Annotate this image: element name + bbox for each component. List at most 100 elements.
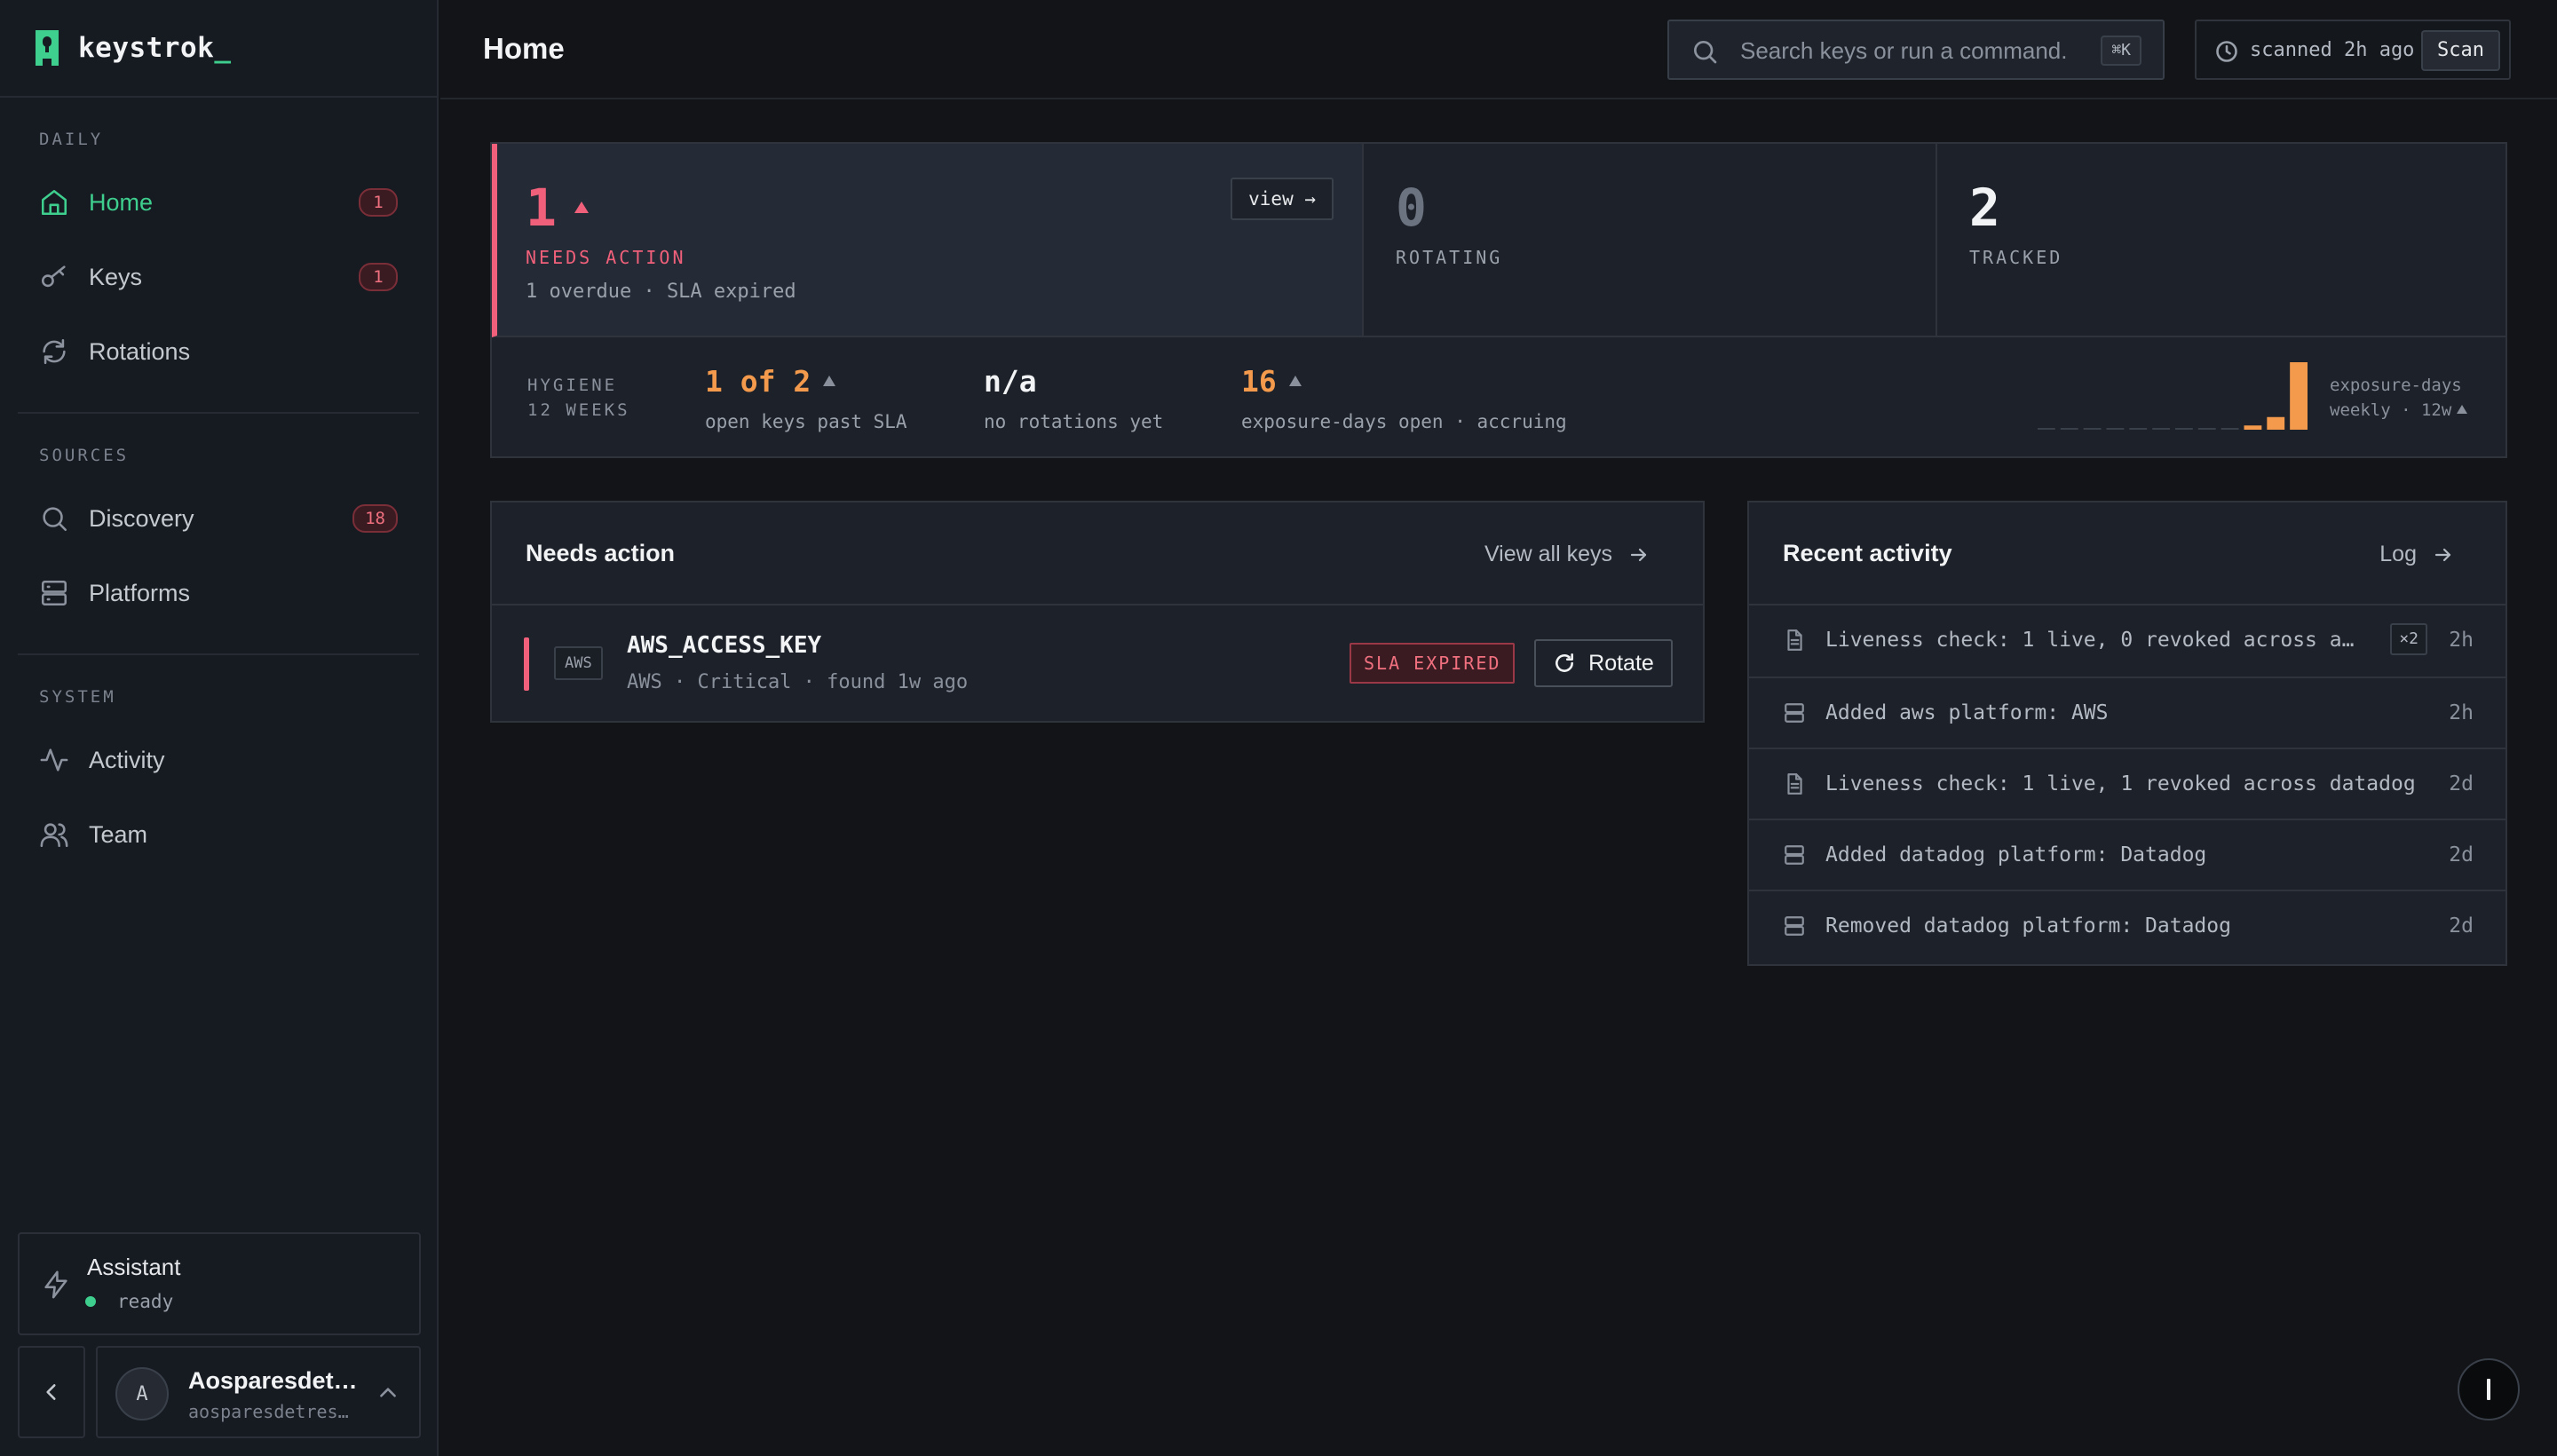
activity-icon — [39, 745, 69, 775]
severity-indicator — [524, 637, 529, 691]
list-item[interactable]: Liveness check: 1 live, 1 revoked across… — [1749, 748, 2506, 819]
sidebar-item-label: Platforms — [89, 579, 191, 606]
count-badge: 1 — [359, 188, 398, 217]
sidebar-item-label: Home — [89, 188, 154, 216]
recent-activity-panel: Recent activity Log Liveness check: 1 li… — [1747, 501, 2507, 966]
activity-time: 2d — [2449, 843, 2474, 866]
panel-header: Recent activity Log — [1749, 502, 2506, 605]
section-label: SYSTEM — [39, 687, 116, 707]
section-label: DAILY — [39, 130, 104, 149]
panel-title: Recent activity — [1783, 540, 1952, 566]
list-item[interactable]: Removed datadog platform: Datadog 2d — [1749, 890, 2506, 961]
metric-exposure-days: 16 exposure-days open · accruing — [1241, 364, 1567, 432]
key-name[interactable]: AWS_ACCESS_KEY — [627, 632, 821, 659]
list-item[interactable]: Added aws platform: AWS 2h — [1749, 677, 2506, 748]
keyboard-shortcut: ⌘K — [2101, 36, 2141, 66]
server-icon — [1783, 843, 1806, 866]
sidebar-item-label: Activity — [89, 746, 165, 773]
command-search[interactable]: ⌘K — [1667, 20, 2165, 80]
sidebar-item-keys[interactable]: Keys 1 — [18, 240, 419, 314]
sparkline-bar — [2290, 362, 2308, 430]
stat-label: TRACKED — [1969, 247, 2063, 268]
keystrok-logo-icon — [36, 30, 59, 66]
scan-button[interactable]: Scan — [2421, 30, 2500, 71]
sidebar-item-home[interactable]: Home 1 — [18, 165, 419, 240]
metric-subtext: exposure-days open · accruing — [1241, 411, 1567, 432]
topbar: Home ⌘K scanned 2h ago Scan — [440, 0, 2557, 99]
scan-status: scanned 2h ago Scan — [2195, 20, 2511, 80]
exposure-sparkline — [2038, 362, 2308, 430]
count-badge: ×2 — [2390, 623, 2427, 655]
home-icon — [39, 187, 69, 218]
rotate-button[interactable]: Rotate — [1534, 639, 1673, 687]
sidebar-item-activity[interactable]: Activity — [18, 723, 419, 797]
stat-value: 0 — [1396, 178, 1427, 238]
stat-tracked[interactable]: 2 TRACKED — [1937, 144, 2507, 337]
assistant-status-text: ready — [117, 1291, 174, 1312]
search-icon — [1690, 37, 1719, 66]
nav-section-daily: DAILY Home 1 Keys 1 Rotations — [0, 98, 437, 389]
sparkline-bar — [2267, 416, 2285, 430]
panel-title: Needs action — [526, 540, 676, 566]
sidebar-item-rotations[interactable]: Rotations — [18, 314, 419, 389]
clock-icon — [2214, 39, 2239, 64]
sidebar-item-label: Team — [89, 820, 148, 848]
trend-up-icon — [1288, 375, 1302, 386]
sparkline-bar-empty — [2152, 428, 2170, 430]
hygiene-strip: HYGIENE 12 WEEKS 1 of 2 open keys past S… — [492, 337, 2506, 456]
metric-value: n/a — [984, 364, 1037, 399]
stats-panel: 1 NEEDS ACTION 1 overdue · SLA expired v… — [490, 142, 2507, 458]
activity-text: Liveness check: 1 live, 1 revoked across… — [1825, 772, 2416, 795]
activity-time: 2d — [2449, 914, 2474, 938]
sparkline-bar-empty — [2106, 428, 2125, 430]
sparkline-label: exposure-days weekly · 12w — [2330, 373, 2468, 423]
brand[interactable]: keystrok_ — [0, 0, 437, 98]
activity-text: Liveness check: 1 live, 0 revoked across… — [1825, 629, 2355, 652]
scanned-time: scanned 2h ago — [2250, 39, 2415, 61]
stat-label: ROTATING — [1396, 247, 1503, 268]
search-icon — [39, 503, 69, 534]
help-button[interactable] — [2458, 1358, 2520, 1420]
assistant-title: Assistant — [87, 1254, 181, 1280]
assistant-card[interactable]: Assistant ready — [18, 1232, 421, 1335]
sidebar-item-platforms[interactable]: Platforms — [18, 556, 419, 630]
chevron-up-icon — [376, 1381, 400, 1405]
provider-tag: AWS — [554, 646, 603, 680]
table-row[interactable]: AWS AWS_ACCESS_KEY AWS · Critical · foun… — [492, 605, 1703, 721]
view-button[interactable]: view → — [1231, 178, 1334, 220]
search-input[interactable] — [1740, 32, 2069, 69]
metric-subtext: open keys past SLA — [705, 411, 907, 432]
sparkline-bar — [2244, 425, 2262, 430]
activity-time: 2d — [2449, 772, 2474, 795]
sidebar-item-label: Rotations — [89, 337, 191, 365]
refresh-icon — [1556, 653, 1574, 672]
refresh-icon — [39, 336, 69, 367]
stat-needs-action[interactable]: 1 NEEDS ACTION 1 overdue · SLA expired v… — [492, 144, 1364, 337]
log-link[interactable]: Log — [2379, 542, 2454, 567]
sidebar-item-label: Keys — [89, 263, 143, 290]
collapse-sidebar-button[interactable] — [18, 1346, 85, 1438]
user-name: Aosparesdet… — [188, 1367, 358, 1394]
count-badge: 1 — [359, 263, 398, 291]
user-menu[interactable]: A Aosparesdet… aosparesdetres… — [96, 1346, 421, 1438]
trend-up-icon — [574, 202, 589, 214]
sidebar-item-team[interactable]: Team — [18, 797, 419, 872]
stat-rotating[interactable]: 0 ROTATING — [1364, 144, 1937, 337]
page-title: Home — [483, 32, 565, 65]
stat-value: 1 — [526, 178, 589, 238]
document-icon — [1783, 629, 1806, 652]
sparkline-bar-empty — [2060, 428, 2078, 430]
list-item[interactable]: Added datadog platform: Datadog 2d — [1749, 819, 2506, 890]
stat-value: 2 — [1969, 178, 2000, 238]
list-item[interactable]: Liveness check: 1 live, 0 revoked across… — [1749, 605, 2506, 677]
cursor-icon — [2487, 1379, 2490, 1400]
key-icon — [39, 262, 69, 292]
panel-header: Needs action View all keys — [492, 502, 1703, 605]
assistant-status: ready — [66, 1291, 173, 1312]
view-all-keys-link[interactable]: View all keys — [1484, 542, 1650, 567]
key-meta: AWS · Critical · found 1w ago — [627, 671, 969, 693]
status-dot — [85, 1296, 96, 1307]
needs-action-panel: Needs action View all keys AWS AWS_ACCES… — [490, 501, 1705, 723]
sidebar-item-discovery[interactable]: Discovery 18 — [18, 481, 419, 556]
nav-section-system: SYSTEM Activity Team — [18, 653, 419, 872]
